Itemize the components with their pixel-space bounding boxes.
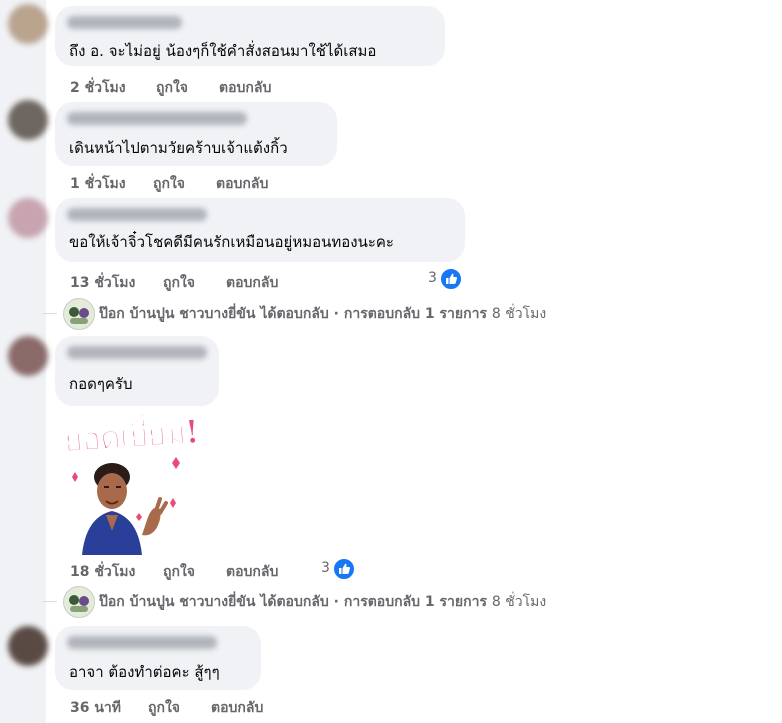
reply-summary-text: ป๊อก บ้านปูน ชาวบางยี่ขัน ได้ตอบกลับ · ก… [99, 591, 546, 613]
commenter-name-redacted[interactable] [67, 636, 217, 649]
reply-summary-time: 8 ชั่วโมง [491, 594, 547, 610]
reaction-count[interactable]: 3 [428, 268, 464, 290]
commenter-name-redacted[interactable] [67, 208, 207, 221]
comment-bubble: อาจา ต้องทำต่อคะ สู้ๆๆ [55, 626, 261, 690]
reply-connector-line [43, 601, 57, 602]
like-reaction-icon [440, 268, 462, 290]
reaction-number: 3 [321, 560, 330, 576]
comment-sticker[interactable]: ยอดเยี่ยม! [60, 405, 200, 555]
comment-text: ถึง อ. จะไม่อยู่ น้องๆก็ใช้คำสั่งสอนมาใช… [69, 42, 377, 60]
like-link[interactable]: ถูกใจ [156, 77, 188, 99]
like-link[interactable]: ถูกใจ [163, 561, 195, 583]
comment-text: กอดๆครับ [69, 375, 133, 393]
comment-bubble: ขอให้เจ้าจิ๋วโชคดีมีคนรักเหมือนอยู่หมอนท… [55, 198, 465, 262]
reply-link[interactable]: ตอบกลับ [219, 77, 271, 99]
comment-bubble: ถึง อ. จะไม่อยู่ น้องๆก็ใช้คำสั่งสอนมาใช… [55, 6, 445, 66]
reply-connector-line [43, 313, 57, 314]
reply-summary-label: ป๊อก บ้านปูน ชาวบางยี่ขัน ได้ตอบกลับ · ก… [99, 306, 487, 322]
reply-link[interactable]: ตอบกลับ [226, 561, 278, 583]
comment-time[interactable]: 36 นาที [70, 697, 121, 719]
reply-link[interactable]: ตอบกลับ [211, 697, 263, 719]
reply-summary-label: ป๊อก บ้านปูน ชาวบางยี่ขัน ได้ตอบกลับ · ก… [99, 594, 487, 610]
like-link[interactable]: ถูกใจ [163, 272, 195, 294]
reply-link[interactable]: ตอบกลับ [226, 272, 278, 294]
reply-summary-time: 8 ชั่วโมง [491, 306, 547, 322]
like-link[interactable]: ถูกใจ [148, 697, 180, 719]
comment-text: อาจา ต้องทำต่อคะ สู้ๆๆ [69, 663, 220, 681]
commenter-avatar[interactable] [8, 336, 48, 376]
replier-avatar [63, 586, 95, 618]
comment-time[interactable]: 18 ชั่วโมง [70, 561, 135, 583]
commenter-avatar[interactable] [8, 626, 48, 666]
sticker-text: ยอดเยี่ยม! [62, 412, 200, 460]
comment-time[interactable]: 13 ชั่วโมง [70, 272, 135, 294]
like-link[interactable]: ถูกใจ [153, 173, 185, 195]
comment-text: ขอให้เจ้าจิ๋วโชคดีมีคนรักเหมือนอยู่หมอนท… [69, 233, 394, 251]
commenter-name-redacted[interactable] [67, 112, 247, 125]
comment-time[interactable]: 1 ชั่วโมง [70, 173, 126, 195]
commenter-avatar[interactable] [8, 4, 48, 44]
like-reaction-icon [333, 558, 355, 580]
comment-bubble: กอดๆครับ [55, 336, 219, 406]
commenter-avatar[interactable] [8, 198, 48, 238]
commenter-name-redacted[interactable] [67, 346, 207, 359]
reply-summary-text: ป๊อก บ้านปูน ชาวบางยี่ขัน ได้ตอบกลับ · ก… [99, 303, 546, 325]
commenter-name-redacted[interactable] [67, 16, 182, 29]
commenter-avatar[interactable] [8, 100, 48, 140]
replier-avatar [63, 298, 95, 330]
comment-bubble: เดินหน้าไปตามวัยคร้าบเจ้าแต้งกิ้ว [55, 102, 337, 166]
comment-time[interactable]: 2 ชั่วโมง [70, 77, 126, 99]
reaction-count[interactable]: 3 [321, 558, 357, 580]
reply-link[interactable]: ตอบกลับ [216, 173, 268, 195]
comment-text: เดินหน้าไปตามวัยคร้าบเจ้าแต้งกิ้ว [69, 139, 288, 157]
reaction-number: 3 [428, 270, 437, 286]
